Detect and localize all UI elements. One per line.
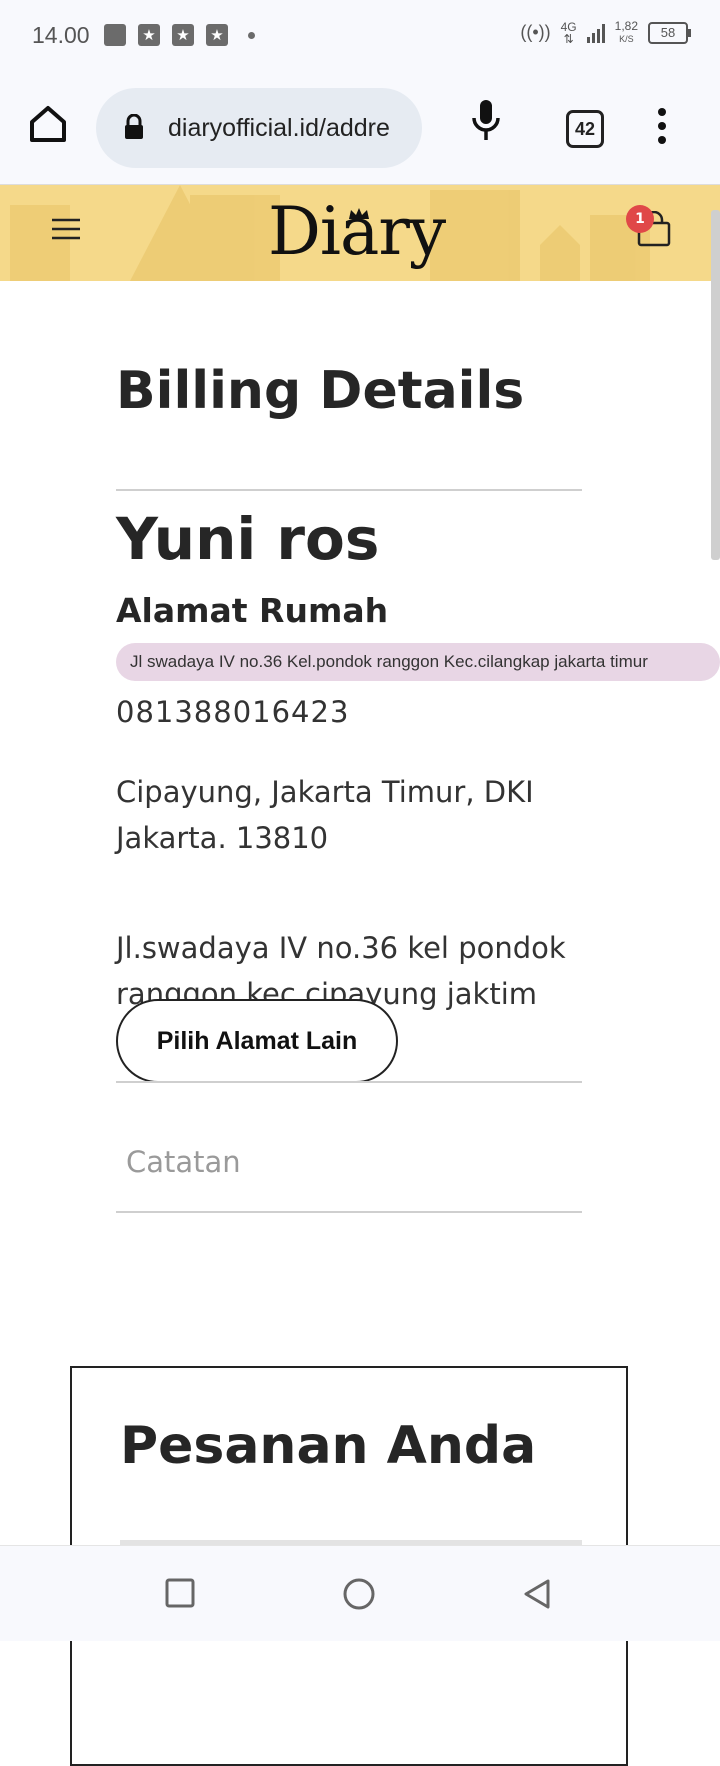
star-notification-icon: ★ <box>172 24 194 46</box>
back-icon[interactable] <box>522 1578 552 1610</box>
address-label: Alamat Rumah <box>116 591 389 630</box>
order-title: Pesanan Anda <box>120 1416 537 1476</box>
crown-icon <box>349 208 369 219</box>
more-vert-icon[interactable] <box>654 106 670 146</box>
network-type: 4G ⇅ <box>560 19 577 46</box>
mic-icon[interactable] <box>470 98 502 142</box>
customer-name: Yuni ros <box>116 505 380 573</box>
url-text: diaryofficial.id/addre <box>168 114 390 142</box>
app-notification-icon <box>104 24 126 46</box>
cart-count-badge: 1 <box>626 205 654 233</box>
battery-icon: 58 <box>648 21 691 44</box>
hamburger-icon[interactable] <box>52 217 80 241</box>
home-icon[interactable] <box>26 102 70 146</box>
home-circle-icon[interactable] <box>343 1578 375 1610</box>
lock-icon <box>125 114 143 139</box>
address-region: Cipayung, Jakarta Timur, DKI Jakarta. 13… <box>116 775 534 855</box>
address-bar[interactable]: diaryofficial.id/addre <box>96 88 422 168</box>
signal-icon <box>586 23 605 43</box>
tab-switcher-button[interactable]: 42 <box>566 110 604 148</box>
scrollbar[interactable] <box>711 210 720 560</box>
status-bar: 14.00 ★ ★ ★ ((•)) 4G ⇅ 1,82 K/S 58 <box>0 0 720 72</box>
system-status-icons: ((•)) 4G ⇅ 1,82 K/S 58 <box>520 19 691 46</box>
network-speed: 1,82 K/S <box>614 19 638 44</box>
system-nav-bar <box>0 1545 720 1641</box>
choose-other-address-button[interactable]: Pilih Alamat Lain <box>116 999 398 1083</box>
notes-input[interactable] <box>116 1081 582 1213</box>
phone-number: 081388016423 <box>116 695 350 729</box>
site-header: Diary 1 <box>0 185 720 281</box>
status-time: 14.00 <box>32 22 90 48</box>
hotspot-icon: ((•)) <box>520 22 551 42</box>
star-notification-icon: ★ <box>138 24 160 46</box>
site-logo[interactable]: Diary <box>268 193 446 270</box>
recents-icon[interactable] <box>165 1578 195 1608</box>
page-title: Billing Details <box>116 361 525 421</box>
notification-icons: ★ ★ ★ <box>104 24 255 46</box>
address-tag: Jl swadaya IV no.36 Kel.pondok ranggon K… <box>116 643 720 681</box>
divider <box>116 489 582 491</box>
star-notification-icon: ★ <box>206 24 228 46</box>
browser-toolbar: diaryofficial.id/addre 42 <box>0 72 720 185</box>
more-notifications-icon <box>248 31 255 39</box>
